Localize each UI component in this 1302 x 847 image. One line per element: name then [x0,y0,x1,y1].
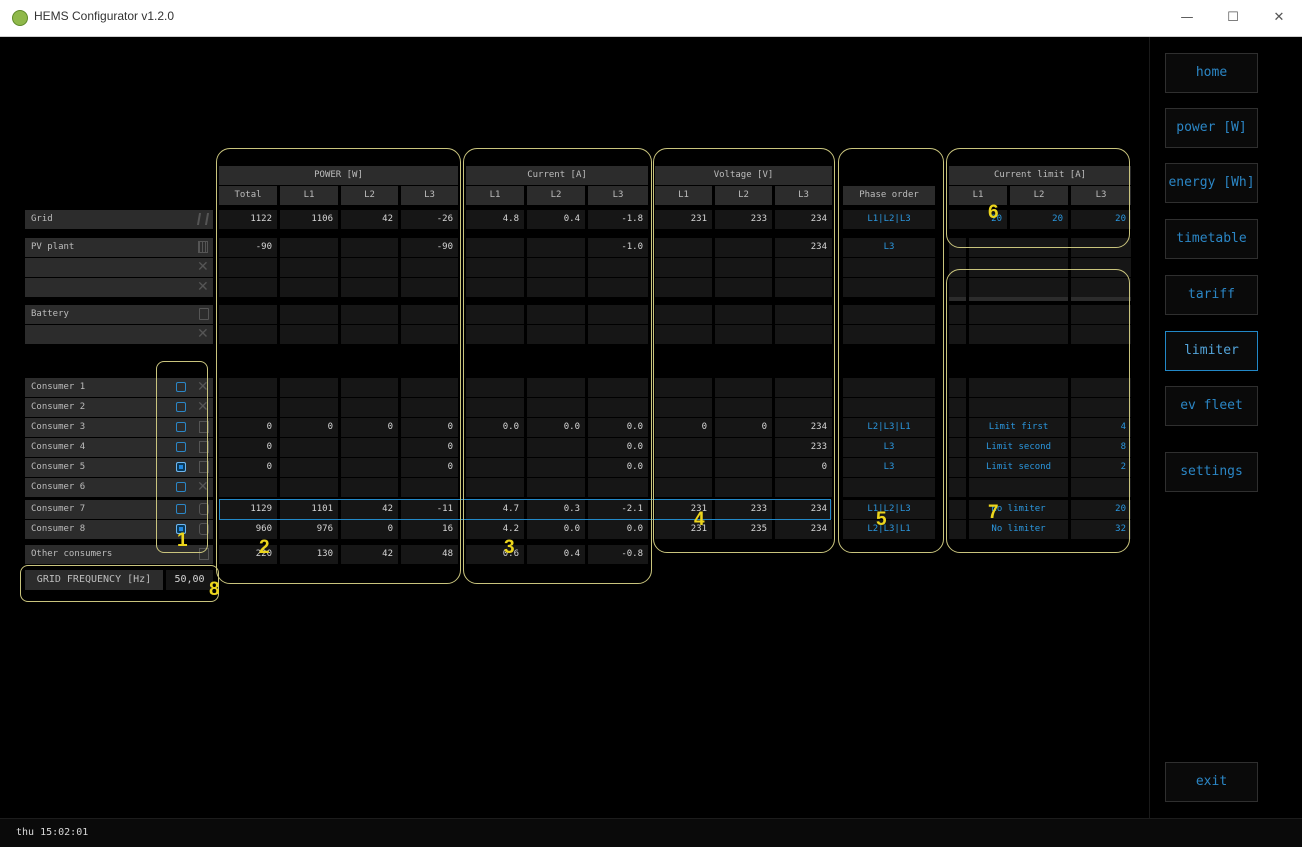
battery-icon [199,308,209,320]
annotation-marker-4: 4 [694,509,705,530]
row-label-pv-2 [25,258,213,277]
nav-separator [1149,37,1150,818]
row-label-battery-2 [25,325,213,344]
annotation-marker-1: 1 [177,530,188,551]
annotation-outline-current [463,148,652,584]
window-title: HEMS Configurator v1.2.0 [34,9,175,23]
annotation-marker-8: 8 [209,579,220,600]
exit-button[interactable]: exit [1165,762,1258,802]
row-label-grid: Grid [25,210,213,229]
annotation-marker-6: 6 [988,202,999,223]
annotation-outline-voltage [653,148,835,553]
row-label-battery: Battery [25,305,213,324]
annotation-marker-3: 3 [504,537,515,558]
nav-tariff-button[interactable]: tariff [1165,275,1258,315]
nav-limiter-button[interactable]: limiter [1165,331,1258,371]
annotation-marker-2: 2 [259,537,270,558]
annotation-outline-grid-frequency [20,565,219,602]
remove-battery-2-icon[interactable]: ✕ [197,327,209,341]
app-logo-icon [12,10,28,26]
grid-tower-icon [196,213,210,225]
annotation-marker-7: 7 [988,502,999,523]
nav-home-button[interactable]: home [1165,53,1258,93]
row-label-pv-3 [25,278,213,297]
nav-settings-button[interactable]: settings [1165,452,1258,492]
status-clock: thu 15:02:01 [16,827,89,838]
remove-pv-3-icon[interactable]: ✕ [197,280,209,294]
annotation-outline-power [216,148,461,584]
nav-timetable-button[interactable]: timetable [1165,219,1258,259]
minimize-button[interactable]: — [1164,0,1210,36]
nav-ev-fleet-button[interactable]: ev fleet [1165,386,1258,426]
annotation-outline-checkboxes [156,361,208,553]
status-bar: thu 15:02:01 [0,818,1302,847]
title-bar: HEMS Configurator v1.2.0 — ☐ ✕ [0,0,1302,37]
annotation-outline-priority [946,269,1130,553]
solar-panel-icon [198,241,208,253]
annotation-outline-phase-order [838,148,944,553]
remove-pv-2-icon[interactable]: ✕ [197,260,209,274]
row-label-pv-plant: PV plant [25,238,213,257]
annotation-marker-5: 5 [876,509,887,530]
annotation-outline-current-limit [946,148,1130,248]
nav-energy-button[interactable]: energy [Wh] [1165,163,1258,203]
maximize-button[interactable]: ☐ [1210,0,1256,36]
nav-power-button[interactable]: power [W] [1165,108,1258,148]
close-button[interactable]: ✕ [1256,0,1302,36]
